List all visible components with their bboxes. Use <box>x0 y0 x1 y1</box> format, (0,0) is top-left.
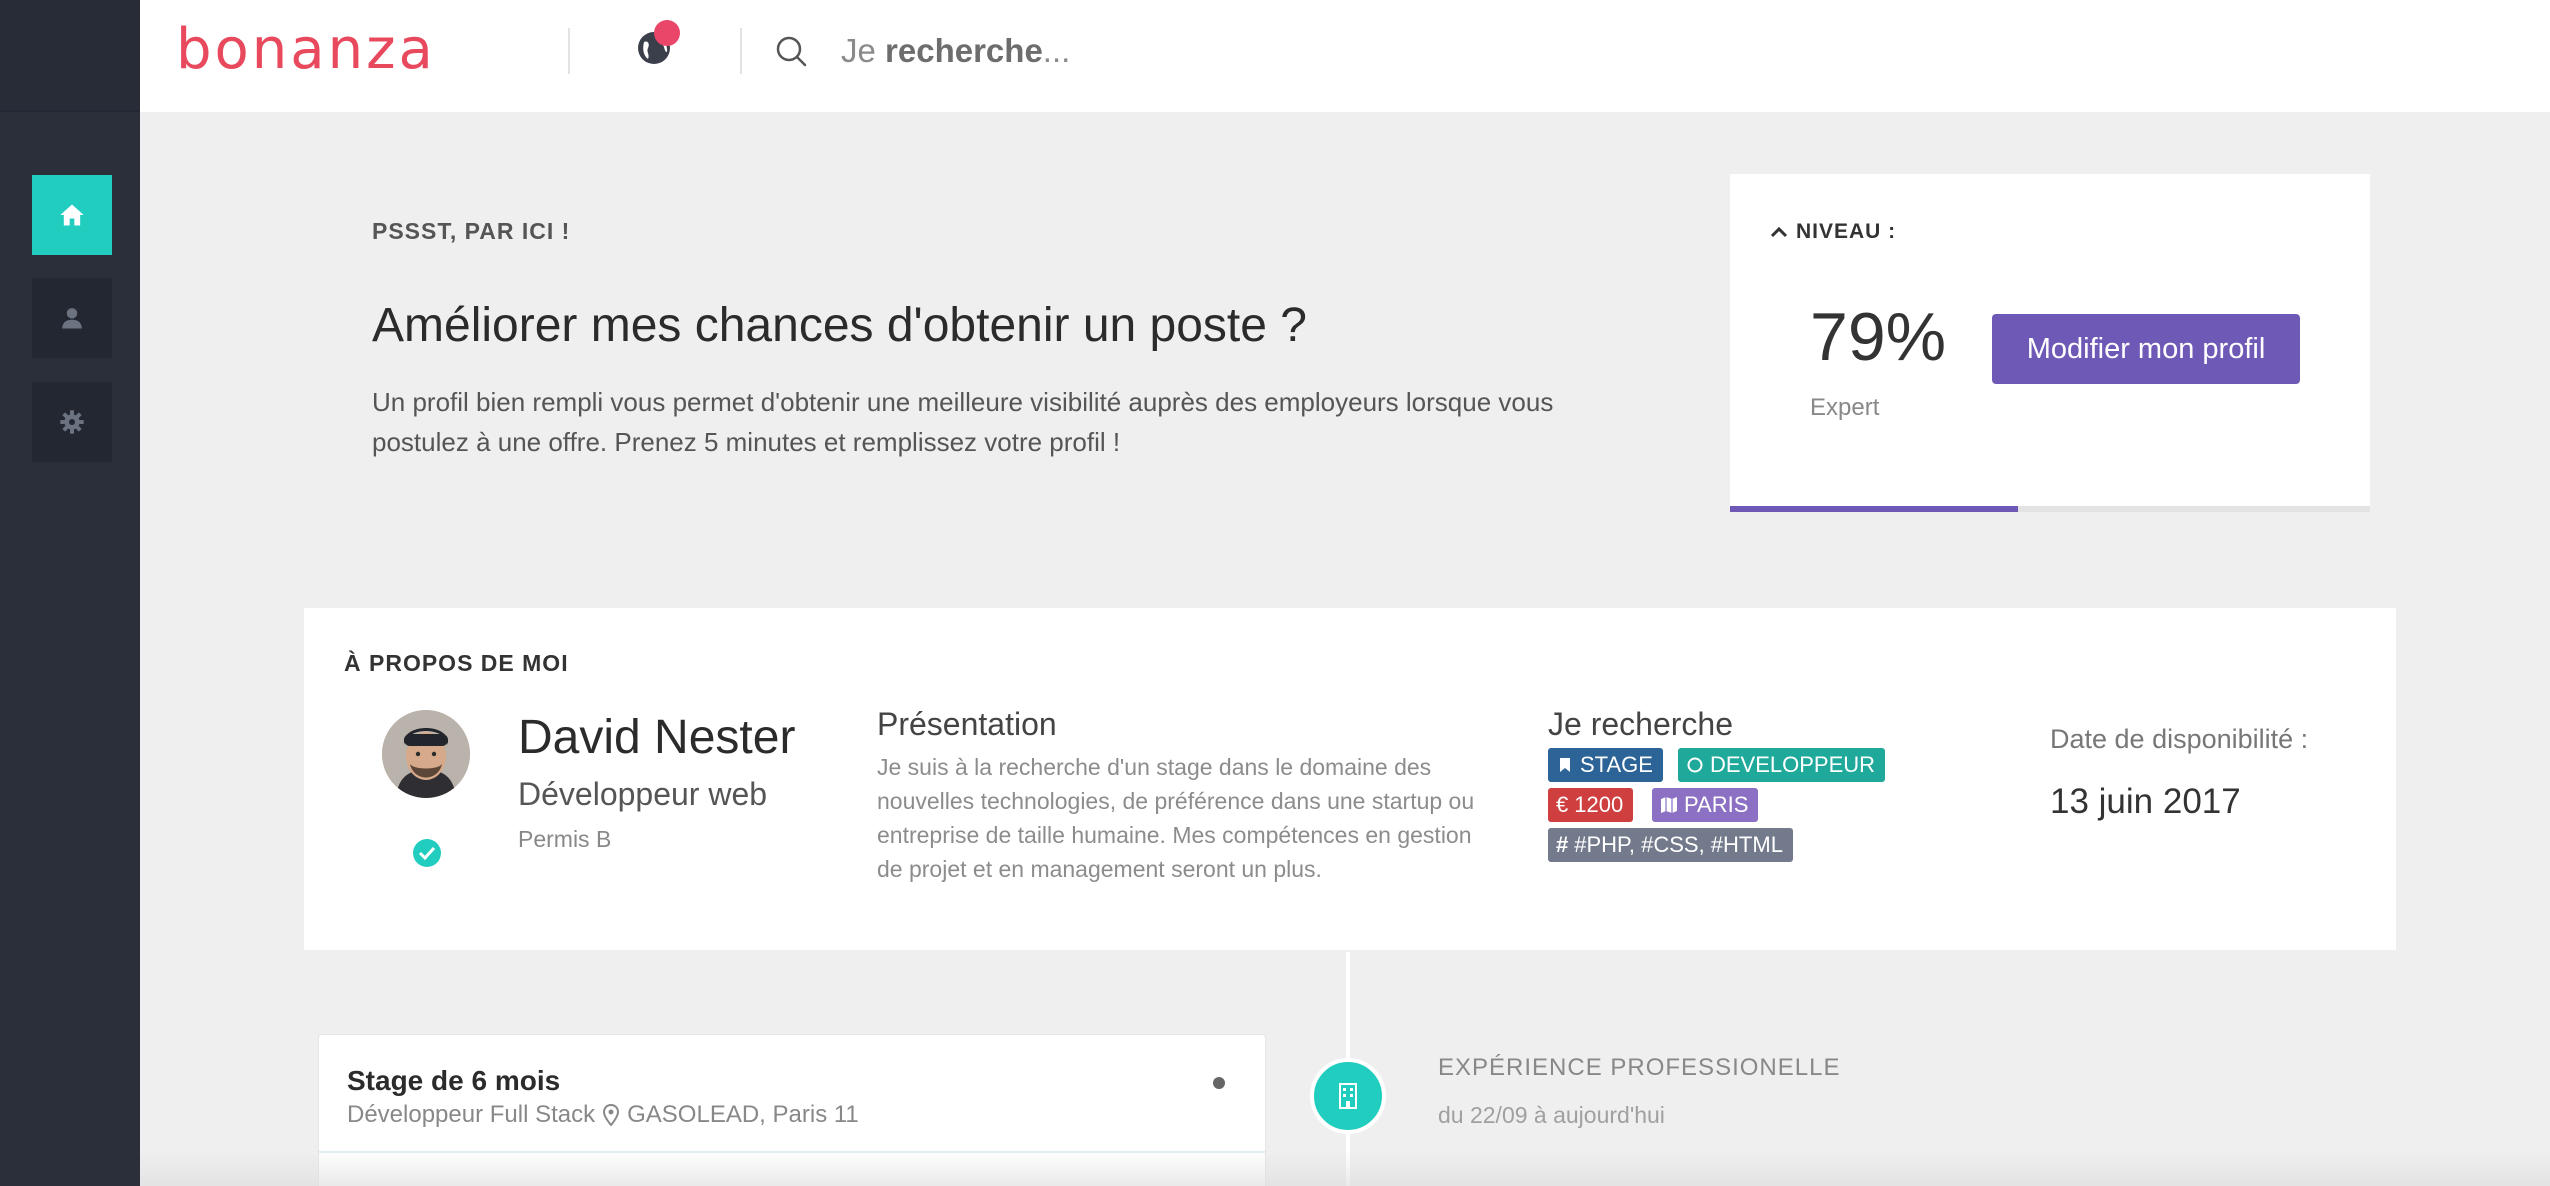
profile-name: David Nester <box>518 711 796 764</box>
tag-skills: # #PHP, #CSS, #HTML <box>1548 828 1793 862</box>
level-progress-bar <box>1730 506 2370 512</box>
level-label-text: NIVEAU : <box>1796 220 1897 243</box>
presentation-title: Présentation <box>877 706 1057 742</box>
timeline-node <box>1310 1058 1386 1134</box>
about-card: À PROPOS DE MOI David Nester Développeur… <box>304 608 2396 950</box>
map-icon <box>1661 797 1677 813</box>
circle-icon <box>1687 757 1703 773</box>
experience-role: Développeur Full Stack <box>347 1101 596 1128</box>
verified-check-icon <box>413 839 441 867</box>
experience-card-divider <box>319 1151 1265 1153</box>
hash-icon: # <box>1556 832 1569 857</box>
sidebar-header <box>0 0 140 112</box>
level-percent: 79% <box>1810 299 1947 375</box>
promo-title: Améliorer mes chances d'obtenir un poste… <box>372 299 1307 352</box>
user-icon <box>62 308 82 329</box>
header-divider <box>740 28 742 74</box>
sidebar-item-profile[interactable] <box>32 278 112 358</box>
chevron-up-icon <box>1770 226 1788 238</box>
availability-label: Date de disponibilité : <box>2050 724 2309 754</box>
tag-developpeur: DEVELOPPEUR <box>1678 748 1886 782</box>
tag-label: STAGE <box>1580 752 1653 777</box>
about-title: À PROPOS DE MOI <box>344 650 569 676</box>
profile-role: Développeur web <box>518 776 768 812</box>
seeking-title: Je recherche <box>1548 706 1733 742</box>
building-icon <box>1339 1083 1357 1109</box>
level-card: NIVEAU : 79% Expert Modifier mon profil <box>1730 174 2370 512</box>
promo-eyebrow: PSSST, PAR ICI ! <box>372 218 571 244</box>
experience-company: GASOLEAD, Paris 11 <box>627 1101 859 1128</box>
gear-icon <box>60 410 84 434</box>
experience-title: Stage de 6 mois <box>347 1065 561 1096</box>
experience-menu-dot[interactable] <box>1213 1077 1225 1089</box>
experience-section-dates: du 22/09 à aujourd'hui <box>1438 1102 1665 1128</box>
tag-location: PARIS <box>1652 788 1759 822</box>
home-icon <box>60 204 84 226</box>
top-header: bonanza Je recherche... <box>140 0 2550 112</box>
experience-section-label: EXPÉRIENCE PROFESSIONELLE <box>1438 1054 1841 1081</box>
euro-icon: € <box>1556 792 1569 817</box>
profile-permit: Permis B <box>518 826 612 852</box>
tag-label: DEVELOPPEUR <box>1710 752 1876 777</box>
sidebar-item-settings[interactable] <box>32 382 112 462</box>
map-pin-icon <box>603 1104 620 1126</box>
sidebar <box>0 0 140 1186</box>
promo-text: Un profil bien rempli vous permet d'obte… <box>372 387 1554 457</box>
experience-card[interactable]: Stage de 6 mois Développeur Full Stack G… <box>318 1034 1266 1186</box>
availability-date: 13 juin 2017 <box>2050 782 2241 821</box>
header-divider <box>568 28 570 74</box>
search-input[interactable] <box>840 30 1740 74</box>
tag-label: 1200 <box>1574 792 1624 817</box>
tag-salary: € 1200 <box>1548 788 1634 822</box>
avatar <box>382 710 470 798</box>
sidebar-item-home[interactable] <box>32 175 112 255</box>
level-progress-fill <box>1730 506 2018 512</box>
level-rank: Expert <box>1810 394 1880 421</box>
tag-label: #PHP, #CSS, #HTML <box>1574 832 1783 857</box>
tag-label: PARIS <box>1684 792 1749 817</box>
search-icon <box>776 36 807 67</box>
level-label: NIVEAU : <box>1770 220 1896 244</box>
tag-stage: STAGE <box>1548 748 1663 782</box>
brand-logo[interactable]: bonanza <box>176 18 436 82</box>
experience-subtitle: Développeur Full Stack GASOLEAD, Paris 1… <box>347 1101 859 1129</box>
presentation-text: Je suis à la recherche d'un stage dans l… <box>877 754 1475 882</box>
edit-profile-button[interactable]: Modifier mon profil <box>1992 314 2300 384</box>
notification-badge <box>654 20 680 46</box>
bookmark-icon <box>1560 758 1570 772</box>
